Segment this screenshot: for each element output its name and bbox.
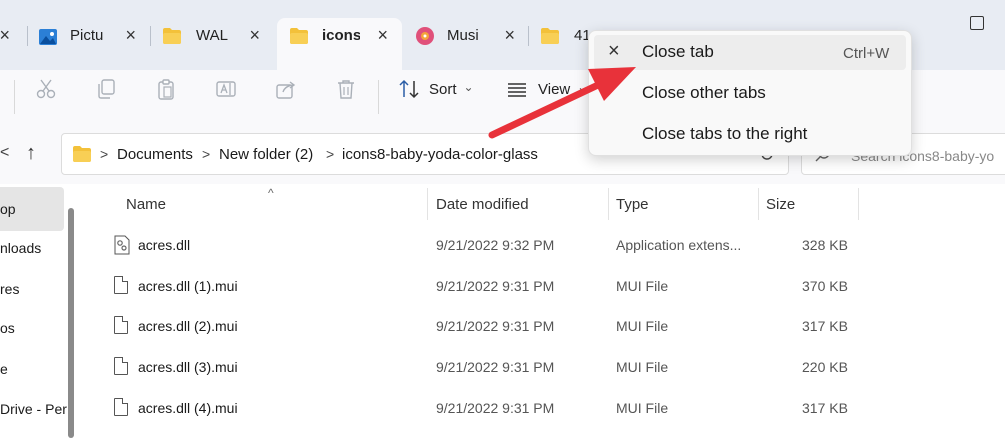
tab-41[interactable]: 41 [530,18,591,56]
file-name: acres.dll (1).mui [138,278,238,294]
file-size: 328 KB [802,237,848,253]
folder-icon [163,28,181,44]
folder-icon [73,146,91,162]
breadcrumb-separator: > [100,146,109,162]
breadcrumb-separator: > [326,146,335,162]
file-name: acres.dll (4).mui [138,400,238,416]
sort-icon [399,79,419,99]
maximize-button[interactable] [970,16,984,30]
file-icon [114,276,128,294]
file-name: acres.dll [138,237,191,253]
sidebar-item-desktop[interactable]: op [0,201,16,217]
close-icon[interactable]: × [0,25,10,46]
file-type: Application extens... [616,237,742,253]
toolbar-divider [378,80,379,114]
breadcrumb-item[interactable]: Documents [117,146,193,163]
column-header-date[interactable]: Date modified [436,196,529,213]
tab-pictures[interactable]: Pictu × [28,18,146,56]
sidebar-item-videos[interactable]: os [0,320,15,336]
file-icon [114,357,128,375]
breadcrumb-item[interactable]: icons8-baby-yoda-color-glass [342,146,538,163]
music-icon [416,27,434,45]
file-date: 9/21/2022 9:31 PM [436,359,555,375]
table-row[interactable]: acres.dll (2).mui 9/21/2022 9:31 PM MUI … [84,307,1005,347]
sidebar-item-pictures[interactable]: res [0,281,19,297]
column-divider[interactable] [758,188,759,220]
sidebar-item-downloads[interactable]: nloads [0,240,41,256]
file-size: 317 KB [802,318,848,334]
column-header-size[interactable]: Size [766,196,795,213]
menu-shortcut: Ctrl+W [843,45,890,62]
tab-label: Musi [447,27,479,44]
up-icon[interactable]: ↑ [26,142,36,165]
back-icon[interactable]: < [0,144,9,162]
sort-label: Sort [429,80,457,98]
file-date: 9/21/2022 9:31 PM [436,400,555,416]
column-divider[interactable] [427,188,428,220]
file-date: 9/21/2022 9:31 PM [436,318,555,334]
menu-item-close-other-tabs[interactable]: Close other tabs [642,83,766,103]
tab-divider [150,26,151,46]
table-row[interactable]: acres.dll (3).mui 9/21/2022 9:31 PM MUI … [84,348,1005,388]
file-size: 220 KB [802,359,848,375]
sidebar-item-other[interactable]: e [0,361,8,377]
rename-icon[interactable] [215,78,237,100]
tab-label: WAL [196,27,228,44]
paste-icon[interactable] [155,78,177,100]
image-icon [39,29,57,45]
file-size: 370 KB [802,278,848,294]
column-divider[interactable] [608,188,609,220]
close-icon[interactable]: × [249,25,260,46]
file-icon [114,316,128,334]
tab-icons-active[interactable]: icons × [277,18,402,70]
file-name: acres.dll (3).mui [138,359,238,375]
menu-item-label[interactable]: Close tab [642,42,714,62]
file-icon [114,398,128,416]
column-divider[interactable] [858,188,859,220]
sidebar-item-onedrive[interactable]: Drive - Per [0,401,67,417]
table-row[interactable]: acres.dll (4).mui 9/21/2022 9:31 PM MUI … [84,389,1005,429]
folder-icon [541,28,559,44]
table-row[interactable]: acres.dll (1).mui 9/21/2022 9:31 PM MUI … [84,267,1005,307]
copy-icon[interactable] [95,78,117,100]
tab-music[interactable]: Musi × [405,18,525,56]
file-date: 9/21/2022 9:32 PM [436,237,555,253]
tab-divider [528,26,529,46]
folder-icon [290,28,308,44]
breadcrumb-item[interactable]: New folder (2) [219,146,313,163]
toolbar-divider [14,80,15,114]
close-icon[interactable]: × [377,25,388,46]
column-header-name[interactable]: Name [126,196,166,213]
column-header-type[interactable]: Type [616,196,649,213]
file-size: 317 KB [802,400,848,416]
tab-label: icons [322,27,360,44]
file-type: MUI File [616,400,669,416]
tab-partial[interactable]: × [0,18,20,56]
sidebar-scrollbar[interactable] [68,208,74,438]
delete-icon[interactable] [335,78,357,100]
sort-indicator-icon: ^ [268,186,274,200]
file-type: MUI File [616,278,669,294]
file-type: MUI File [616,359,669,375]
chevron-down-icon: ⌄ [463,80,474,94]
file-name: acres.dll (2).mui [138,318,238,334]
menu-item-close-tabs-right[interactable]: Close tabs to the right [642,124,807,144]
cut-icon[interactable] [35,78,57,100]
annotation-arrow [488,67,636,139]
file-type: MUI File [616,318,669,334]
dll-gear-icon [114,235,130,255]
share-icon[interactable] [275,78,297,100]
breadcrumb-separator: > [202,146,211,162]
file-date: 9/21/2022 9:31 PM [436,278,555,294]
tab-wal[interactable]: WAL × [152,18,270,56]
table-row[interactable]: acres.dll 9/21/2022 9:32 PM Application … [84,226,1005,266]
tab-label: Pictu [70,27,104,44]
close-icon[interactable]: × [504,25,515,46]
close-icon[interactable]: × [125,25,136,46]
sort-button[interactable]: Sort ⌄ [398,70,474,108]
